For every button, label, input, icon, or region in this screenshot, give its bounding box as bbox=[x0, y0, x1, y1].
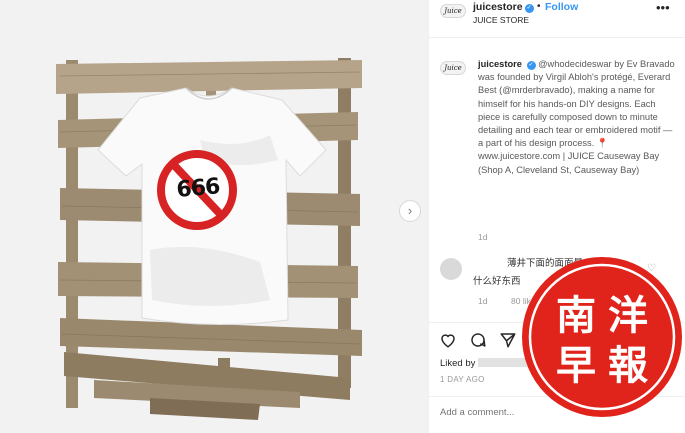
comment-timestamp[interactable]: 1d bbox=[478, 296, 487, 306]
shirt-print-number: 666 bbox=[175, 174, 221, 203]
seal-char-2: 洋 bbox=[608, 293, 648, 339]
liked-by-label: Liked by bbox=[440, 358, 476, 369]
caption-text: @whodecideswar by Ev Bravado was founded… bbox=[478, 59, 675, 149]
commenter-avatar[interactable] bbox=[440, 258, 462, 280]
carousel-next-button[interactable]: › bbox=[399, 200, 421, 222]
pin-icon: 📍 bbox=[596, 138, 609, 149]
newspaper-seal-watermark: 南 洋 早 報 bbox=[522, 257, 682, 417]
juice-store-avatar[interactable]: Juice bbox=[440, 4, 466, 18]
follow-button[interactable]: Follow bbox=[545, 1, 578, 13]
share-icon[interactable] bbox=[499, 331, 517, 349]
more-options-icon[interactable]: ••• bbox=[656, 0, 670, 15]
seal-char-4: 報 bbox=[608, 343, 648, 389]
post-photo[interactable]: 666 › bbox=[0, 0, 428, 433]
caption-timestamp[interactable]: 1d bbox=[478, 232, 487, 242]
pallet-shirt-image bbox=[0, 0, 428, 433]
post-timestamp[interactable]: 1 DAY AGO bbox=[440, 375, 485, 384]
header-username[interactable]: juicestore ✓ bbox=[473, 1, 534, 13]
caption-username[interactable]: juicestore bbox=[478, 59, 522, 69]
comment-text-line2: 什么好东西 bbox=[473, 276, 521, 287]
seal-char-1: 南 bbox=[556, 293, 596, 339]
caption-verified-badge-icon: ✓ bbox=[526, 61, 536, 70]
caption-avatar[interactable]: Juice bbox=[440, 61, 466, 75]
verified-badge-icon: ✓ bbox=[524, 4, 534, 13]
comment-icon[interactable] bbox=[469, 331, 487, 349]
header-separator-dot: • bbox=[537, 1, 541, 12]
header-username-text[interactable]: juicestore bbox=[473, 1, 523, 13]
post-caption: juicestore ✓ @whodecideswar by Ev Bravad… bbox=[478, 58, 678, 177]
heart-icon[interactable] bbox=[439, 331, 457, 349]
caption-text-after-pin: www.juicestore.com | JUICE Causeway Bay … bbox=[478, 151, 660, 175]
post-header: Juice juicestore ✓ • Follow JUICE STORE •… bbox=[429, 0, 685, 38]
header-location[interactable]: JUICE STORE bbox=[473, 15, 529, 25]
seal-char-3: 早 bbox=[556, 343, 596, 389]
